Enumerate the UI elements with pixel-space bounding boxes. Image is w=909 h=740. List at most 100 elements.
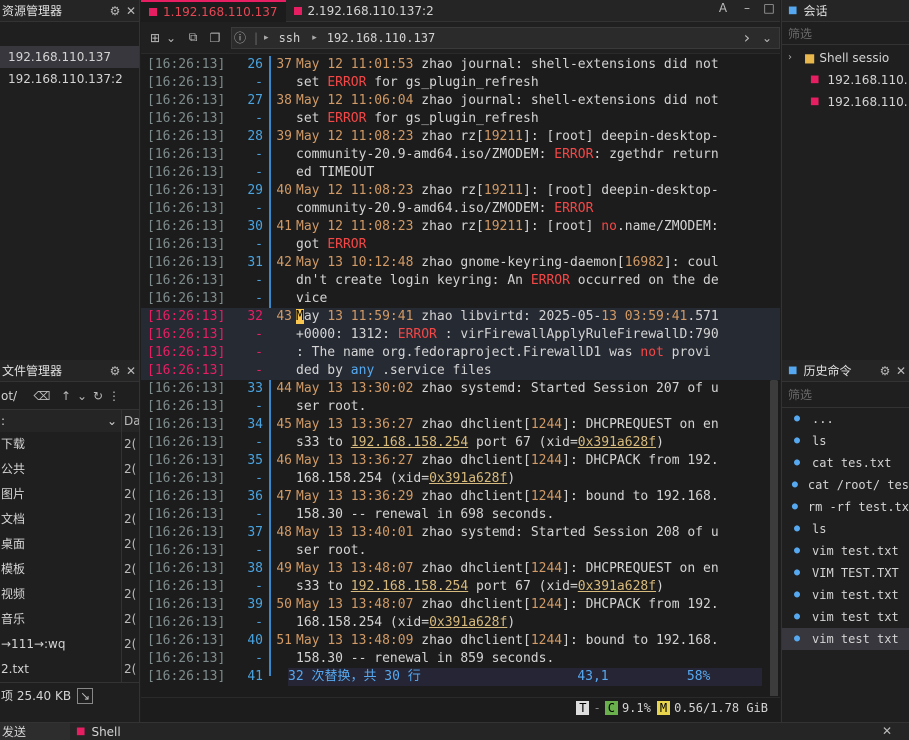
terminal-line: [16:26:13] - vice	[141, 290, 780, 308]
session-entry-2[interactable]: ■ 192.168.110.	[782, 91, 909, 113]
line-number: 37	[247, 525, 263, 540]
open-window-icon[interactable]: ⧉	[185, 30, 201, 46]
session-filter-input[interactable]: 筛选	[782, 23, 909, 45]
history-item[interactable]: ●...	[782, 408, 909, 430]
history-item[interactable]: ● VIM TEST.TXT	[782, 562, 909, 584]
scrollbar[interactable]	[770, 380, 778, 696]
file-row[interactable]: 文档 2(	[0, 507, 139, 532]
history-item[interactable]: ● rm -rf test.tx	[782, 496, 909, 518]
left-panel: 资源管理器 ⚙ ✕ 192.168.110.137 192.168.110.13…	[0, 0, 140, 740]
timestamp: [16:26:13]	[147, 615, 226, 630]
tab-session-1[interactable]: 1.192.168.110.137	[141, 0, 286, 22]
gear-icon[interactable]: ⚙	[877, 363, 893, 379]
history-item-label: vim test txt	[812, 632, 899, 646]
terminal-line: [16:26:13] - set ERROR for gs_plugin_refre…	[141, 74, 780, 92]
refresh-icon[interactable]: ↻	[90, 388, 106, 404]
history-header: ■ 历史命令 ⚙ ✕	[782, 360, 909, 382]
file-row[interactable]: 模板 2(	[0, 557, 139, 582]
new-tab-icon[interactable]: ⊞	[147, 30, 163, 46]
file-row[interactable]: →111→:wq 2(	[0, 632, 139, 657]
history-filter-input[interactable]: 筛选	[782, 382, 909, 408]
minimize-icon[interactable]: –	[736, 0, 758, 16]
folder-label: Shell sessio	[819, 51, 890, 65]
chevron-down-icon[interactable]: ⌄	[163, 30, 179, 46]
line-number: 40	[247, 633, 263, 648]
session-item-1[interactable]: 192.168.110.137	[0, 46, 139, 68]
send-icon[interactable]: ↘	[77, 687, 94, 704]
file-date: 2(	[121, 632, 139, 657]
addr-segment-host[interactable]: 192.168.110.137	[327, 31, 435, 45]
font-icon[interactable]: A	[710, 0, 736, 16]
address-bar[interactable]: ⓘ | ▸ ssh ▸ 192.168.110.137 › ⌄	[231, 26, 780, 49]
line-text: ded by any .service files	[296, 363, 492, 378]
line-number: -	[255, 165, 263, 180]
history-item[interactable]: ● vim test txt	[782, 606, 909, 628]
line-number: -	[255, 435, 263, 450]
tab-shell[interactable]: ■ Shell	[70, 723, 121, 740]
history-item[interactable]: ● ls	[782, 518, 909, 540]
terminal-line: [16:26:13] 31 42 May 13 10:12:48 zhao gnome…	[141, 254, 780, 272]
file-name: 文档	[1, 512, 26, 526]
file-date: 2(	[121, 457, 139, 482]
file-row[interactable]: 图片 2(	[0, 482, 139, 507]
file-name: 下载	[1, 437, 26, 451]
tab-label: 2.192.168.110.137:2	[307, 4, 434, 18]
maximize-icon[interactable]: □	[758, 0, 780, 16]
chevron-down-icon[interactable]: ⌄	[74, 388, 90, 404]
addr-segment-ssh[interactable]: ssh	[279, 31, 301, 45]
history-item[interactable]: ● ls	[782, 430, 909, 452]
file-row[interactable]: 视频 2(	[0, 582, 139, 607]
close-icon[interactable]: ✕	[123, 363, 139, 379]
file-row[interactable]: 下载 2(	[0, 432, 139, 457]
fm-col-date[interactable]: Da	[121, 410, 139, 432]
file-row[interactable]: 音乐 2(	[0, 607, 139, 632]
fm-col-name[interactable]: : ⌄	[0, 410, 121, 432]
history-title: 历史命令	[803, 364, 852, 378]
chevron-right-icon[interactable]: ›	[739, 28, 755, 47]
history-item[interactable]: ● cat /root/ tes	[782, 474, 909, 496]
more-icon[interactable]: ⋮	[106, 388, 122, 404]
gear-icon[interactable]: ⚙	[107, 363, 123, 379]
close-icon[interactable]: ✕	[893, 363, 909, 379]
sessions-header: ■ 会话	[782, 0, 909, 22]
tab-session-2[interactable]: 2.192.168.110.137:2	[286, 0, 442, 22]
line-text: 158.30 -- renewal in 698 seconds.	[296, 507, 555, 522]
clear-icon[interactable]: ⌫	[34, 388, 51, 404]
session-item-2[interactable]: 192.168.110.137:2	[0, 68, 139, 90]
terminal-line: [16:26:13] - ser root.	[141, 542, 780, 560]
line-number: -	[255, 507, 263, 522]
up-arrow-icon[interactable]: ↑	[58, 388, 74, 404]
history-item[interactable]: ● cat tes.txt	[782, 452, 909, 474]
terminal-line: [16:26:13] 33 44 May 13 13:30:02 zhao syste…	[141, 380, 780, 398]
history-item-label: cat /root/ tes	[807, 478, 909, 492]
terminal-line: [16:26:13] 38 49 May 13 13:48:07 zhao dhcli…	[141, 560, 780, 578]
terminal-output[interactable]: [16:26:13] 26 37 May 12 11:01:53 zhao journ…	[141, 56, 780, 696]
history-item[interactable]: ● vim test.txt	[782, 540, 909, 562]
close-icon[interactable]: ✕	[123, 3, 139, 19]
history-item[interactable]: ● vim test.txt	[782, 584, 909, 606]
line-text: +0000: 1312: ERROR : virFirewallApplyRul…	[296, 327, 719, 342]
tab-send[interactable]: 发送	[0, 723, 70, 740]
chevron-down-icon[interactable]: ⌄	[759, 30, 775, 46]
file-row[interactable]: 2.txt 2(	[0, 657, 139, 682]
file-name: 视频	[1, 587, 26, 601]
paste-icon[interactable]: ❐	[207, 30, 223, 46]
terminal-line: [16:26:13] 39 50 May 13 13:48:07 zhao dhcli…	[141, 596, 780, 614]
terminal-line: [16:26:13] 40 51 May 13 13:48:09 zhao dhcli…	[141, 632, 780, 650]
session-folder[interactable]: › ■ Shell sessio	[782, 47, 909, 69]
timestamp: [16:26:13]	[147, 237, 226, 252]
info-icon[interactable]: ⓘ	[232, 30, 248, 46]
fm-path-input[interactable]: ot/	[0, 389, 34, 403]
terminal-line: [16:26:13] - 168.158.254 (xid=0x391a628f)	[141, 614, 780, 632]
session-entry-1[interactable]: ■ 192.168.110.	[782, 69, 909, 91]
line-text: s33 to 192.168.158.254 port 67 (xid=0x39…	[296, 579, 664, 594]
close-icon[interactable]: ✕	[879, 723, 895, 739]
file-date: 2(	[121, 532, 139, 557]
file-name: 音乐	[1, 612, 26, 626]
timestamp: [16:26:13]	[147, 363, 226, 378]
history-item[interactable]: ● vim test txt	[782, 628, 909, 650]
file-row[interactable]: 桌面 2(	[0, 532, 139, 557]
line-number: 38	[247, 561, 263, 576]
gear-icon[interactable]: ⚙	[107, 3, 123, 19]
file-row[interactable]: 公共 2(	[0, 457, 139, 482]
